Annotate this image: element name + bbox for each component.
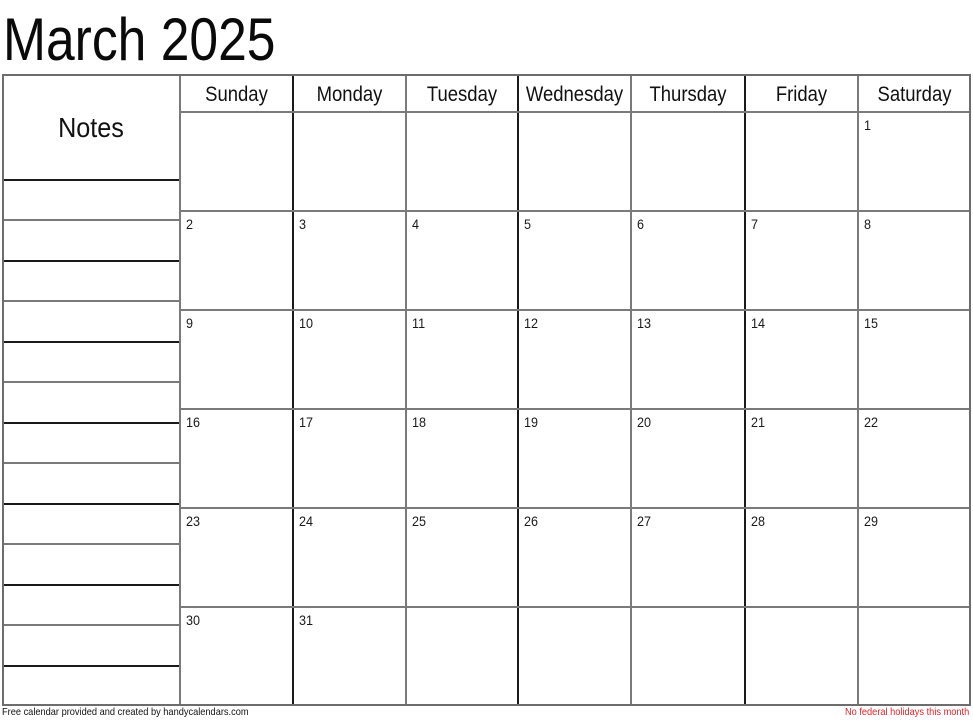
footer-credit: Free calendar provided and created by ha… xyxy=(2,706,249,718)
footer-holiday-note: No federal holidays this month xyxy=(844,706,969,718)
calendar-title: March 2025 xyxy=(3,6,276,73)
calendar-frame xyxy=(2,74,971,706)
